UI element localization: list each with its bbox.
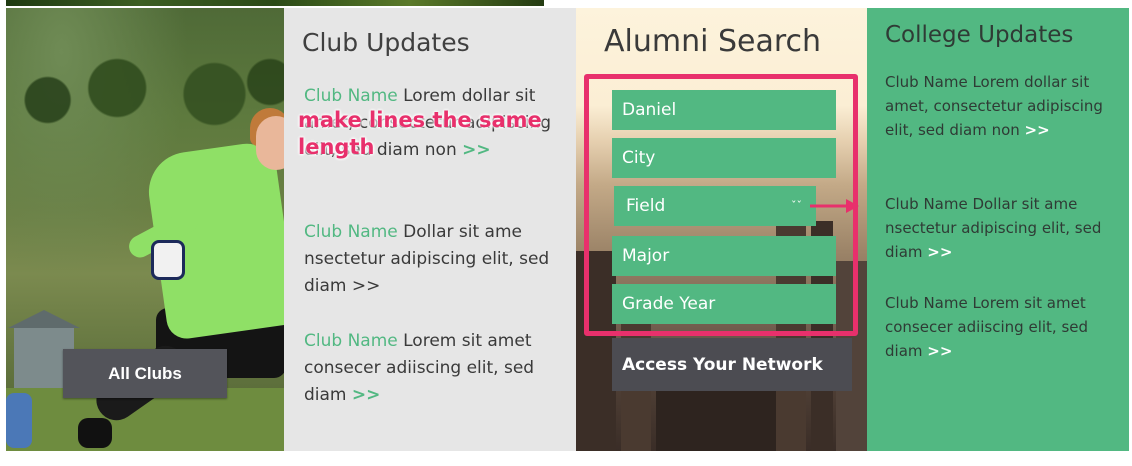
read-more-link[interactable]: >> [352,276,381,296]
college-update-text: Club Name Lorem dollar sit amet, consect… [885,73,1103,139]
college-update-item: Club Name Lorem sit amet consecer adiisc… [885,291,1121,363]
photo-background-player [6,393,32,448]
college-update-text: Club Name Lorem sit amet consecer adiisc… [885,294,1089,360]
alumni-search-title: Alumni Search [604,24,822,59]
annotation-line: length [298,135,375,159]
annotation-line: make lines the same [298,108,542,132]
top-photo-sliver [6,0,544,6]
club-updates-panel: Club Updates Club Name Lorem dollar sit … [284,8,576,451]
photo-trees [6,28,284,148]
alumni-search-panel: Alumni Search Daniel City Field ˇˇ Major… [576,8,867,451]
access-network-button[interactable]: Access Your Network [612,338,852,391]
college-update-item: Club Name Dollar sit ame nsectetur adipi… [885,192,1121,264]
photo-player-boot [78,418,112,448]
club-name-link[interactable]: Club Name [304,86,398,106]
annotation-arrow-icon [810,199,859,213]
college-update-text: Club Name Dollar sit ame nsectetur adipi… [885,195,1102,261]
college-updates-title: College Updates [885,22,1074,48]
club-update-item: Club Name Lorem sit amet consecer adiisc… [304,328,564,409]
photo-player-glove [151,240,185,280]
club-name-link[interactable]: Club Name [304,331,398,351]
read-more-link[interactable]: >> [927,342,952,360]
annotation-note: make lines the same length [298,107,542,161]
club-updates-title: Club Updates [302,28,470,57]
photo-player-head [256,116,284,170]
all-clubs-button[interactable]: All Clubs [63,349,227,398]
read-more-link[interactable]: >> [352,385,381,405]
read-more-link[interactable]: >> [927,243,952,261]
college-update-item: Club Name Lorem dollar sit amet, consect… [885,70,1121,142]
skyline-building [656,381,776,451]
read-more-link[interactable]: >> [1025,121,1050,139]
club-name-link[interactable]: Club Name [304,222,398,242]
club-update-item: Club Name Dollar sit ame nsectetur adipi… [304,219,564,300]
college-updates-panel: College Updates Club Name Lorem dollar s… [867,8,1129,451]
